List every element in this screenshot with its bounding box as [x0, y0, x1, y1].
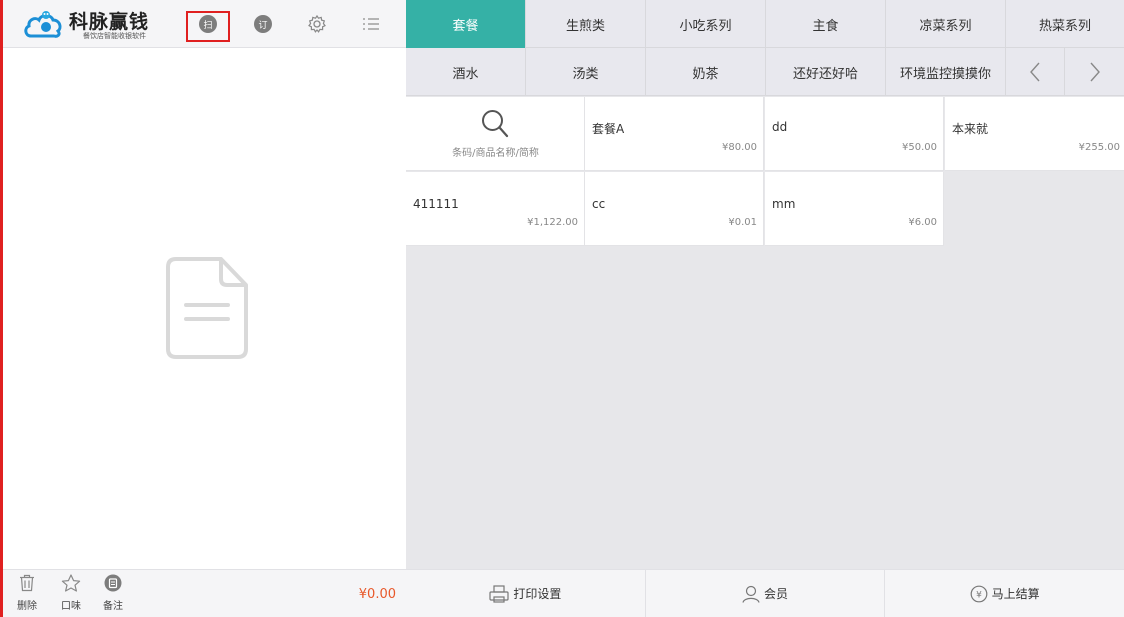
category-tab-xiaochi[interactable]: 小吃系列 [646, 0, 766, 48]
taste-label: 口味 [61, 601, 81, 612]
search-icon [482, 110, 509, 138]
category-tab-tanglei[interactable]: 汤类 [526, 48, 646, 96]
checkout-button[interactable]: ¥ 马上结算 [885, 570, 1124, 617]
category-tab-taocan[interactable]: 套餐 [406, 0, 526, 48]
printer-icon [489, 584, 509, 603]
category-tab-jiushui[interactable]: 酒水 [406, 48, 526, 96]
category-tab-shengjian[interactable]: 生煎类 [526, 0, 646, 48]
order-total: ¥0.00 [358, 587, 396, 602]
empty-order-document-icon [166, 257, 248, 359]
user-icon [742, 585, 760, 603]
print-settings-label: 打印设置 [513, 587, 562, 601]
category-tab-naicha[interactable]: 奶茶 [646, 48, 766, 96]
member-label: 会员 [764, 587, 789, 601]
scan-button[interactable]: 扫 [197, 13, 219, 35]
scan-icon: 扫 [199, 15, 217, 33]
order-panel: 科脉赢钱 餐饮店智能收银软件 扫 订 删除 口味 备注 ¥0.00 [0, 0, 406, 617]
delete-button[interactable]: 删除 [12, 574, 42, 612]
action-bar: 打印设置 会员 ¥ 马上结算 [406, 569, 1124, 617]
category-tab-liangcai[interactable]: 凉菜系列 [886, 0, 1006, 48]
print-settings-button[interactable]: 打印设置 [406, 570, 646, 617]
settings-button[interactable] [306, 13, 328, 35]
note-icon [104, 574, 122, 592]
product-price: ¥80.00 [722, 142, 757, 153]
checkout-label: 马上结算 [991, 587, 1040, 601]
category-tab-zhushi[interactable]: 主食 [766, 0, 886, 48]
cloud-logo-icon [24, 11, 62, 38]
product-price: ¥6.00 [908, 217, 937, 228]
brand-name: 科脉赢钱 [69, 11, 150, 33]
product-price: ¥1,122.00 [527, 217, 578, 228]
category-tab-recai[interactable]: 热菜系列 [1006, 0, 1124, 48]
list-icon [363, 18, 379, 30]
order-footer: 删除 口味 备注 ¥0.00 [3, 569, 406, 617]
note-button[interactable]: 备注 [98, 574, 128, 612]
product-name: mm [772, 197, 796, 211]
product-tile[interactable]: mm ¥6.00 [765, 172, 944, 246]
product-tile[interactable]: cc ¥0.01 [585, 172, 764, 246]
note-label: 备注 [103, 601, 123, 612]
product-name: dd [772, 120, 788, 134]
product-tile[interactable]: dd ¥50.00 [765, 97, 944, 171]
category-tab-haohao[interactable]: 还好还好哈 [766, 48, 886, 96]
product-name: 套餐A [592, 122, 625, 136]
product-name: 本来就 [952, 122, 989, 136]
product-tile[interactable]: 本来就 ¥255.00 [945, 97, 1124, 171]
search-placeholder: 条码/商品名称/简称 [452, 148, 539, 159]
product-name: 411111 [413, 197, 459, 211]
brand-slogan: 餐饮店智能收银软件 [83, 32, 146, 40]
category-tab-huanjing[interactable]: 环境监控摸摸你 [886, 48, 1006, 96]
category-next-button[interactable] [1065, 48, 1124, 96]
trash-icon [20, 574, 34, 592]
menu-panel: 套餐 生煎类 小吃系列 主食 凉菜系列 热菜系列 酒水 汤类 奶茶 还好还好哈 … [406, 0, 1124, 617]
list-menu-button[interactable] [360, 13, 382, 35]
category-tabs-row2: 酒水 汤类 奶茶 还好还好哈 环境监控摸摸你 [406, 48, 1124, 96]
yen-coin-icon: ¥ [970, 585, 988, 602]
product-search-tile[interactable]: 条码/商品名称/简称 [406, 97, 585, 171]
delete-label: 删除 [17, 601, 37, 612]
member-button[interactable]: 会员 [646, 570, 886, 617]
svg-text:¥: ¥ [976, 590, 982, 600]
product-tile[interactable]: 411111 ¥1,122.00 [406, 172, 585, 246]
product-price: ¥0.01 [728, 217, 757, 228]
chevron-right-icon [1089, 62, 1100, 82]
order-icon: 订 [254, 15, 272, 33]
product-price: ¥255.00 [1078, 142, 1120, 153]
order-button[interactable]: 订 [252, 13, 274, 35]
chevron-left-icon [1030, 62, 1040, 82]
star-icon [61, 574, 81, 592]
product-tile[interactable]: 套餐A ¥80.00 [585, 97, 764, 171]
gear-icon [308, 14, 326, 33]
brand-logo: 科脉赢钱 餐饮店智能收银软件 [23, 6, 163, 42]
product-price: ¥50.00 [902, 142, 937, 153]
taste-button[interactable]: 口味 [56, 574, 86, 612]
category-tabs-row1: 套餐 生煎类 小吃系列 主食 凉菜系列 热菜系列 [406, 0, 1124, 48]
product-name: cc [592, 197, 606, 211]
category-prev-button[interactable] [1006, 48, 1065, 96]
order-header: 科脉赢钱 餐饮店智能收银软件 扫 订 [3, 0, 406, 48]
